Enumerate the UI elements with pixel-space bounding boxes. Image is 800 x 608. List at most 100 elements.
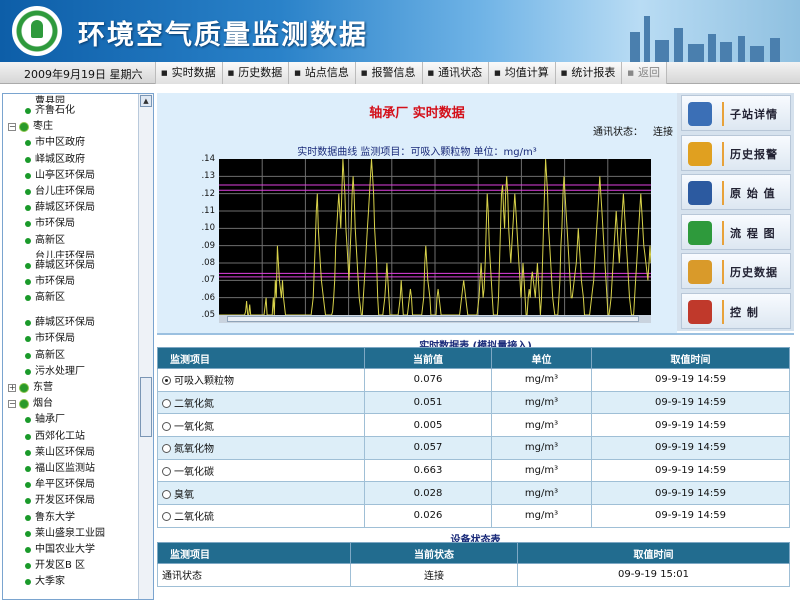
tree-station[interactable]: 轴承厂	[3, 412, 139, 428]
tree-group[interactable]: + 东营	[3, 380, 139, 396]
tree-station[interactable]: 福山区监测站	[3, 461, 139, 477]
tree-expand-toggle-icon[interactable]: −	[8, 400, 16, 409]
tree-station[interactable]: 薛城区环保局	[3, 200, 139, 216]
tree-station[interactable]: 牟平区环保局	[3, 477, 139, 493]
item-radio-button[interactable]	[162, 376, 171, 386]
tree-station[interactable]: 高新区	[3, 348, 139, 364]
tree-station[interactable]: 山亭区环保局	[3, 168, 139, 184]
tree-station[interactable]: 曹县园	[3, 94, 139, 103]
tree-item-label: 台儿庄环保局	[35, 250, 95, 258]
tree-item-label: 莱山盛泉工业园	[35, 527, 105, 539]
side-button-1[interactable]: 历史报警	[681, 134, 791, 171]
tree-item-label: 开发区B 区	[35, 560, 86, 572]
table-row[interactable]: 二氧化氮 0.051 mg/m³ 09-9-19 14:59	[157, 390, 790, 415]
side-button-4[interactable]: 历史数据	[681, 253, 791, 289]
tree-station[interactable]: 高新区	[3, 290, 139, 306]
tree-station[interactable]	[3, 306, 139, 315]
tree-station[interactable]: 污水处理厂	[3, 364, 139, 380]
tree-station[interactable]: 薛城区环保局	[3, 315, 139, 331]
item-name: 二氧化硫	[174, 512, 214, 524]
item-cell[interactable]: 二氧化硫	[157, 504, 365, 528]
nav-item-7[interactable]: 返回	[622, 62, 667, 84]
tree-station[interactable]: 大季家	[3, 574, 139, 590]
tree-item-label: 齐鲁石化	[35, 105, 75, 116]
tree-station[interactable]: 中国农业大学	[3, 542, 139, 558]
side-button-2[interactable]: 原 始 值	[681, 174, 791, 210]
nav-item-5[interactable]: 均值计算	[489, 62, 556, 84]
action-panel: 子站详情 历史报警原 始 值流 程 图历史数据控 制	[677, 93, 794, 331]
button-separator	[722, 220, 724, 245]
nav-item-6[interactable]: 统计报表	[556, 62, 623, 84]
station-leaf-icon	[25, 482, 31, 489]
table-row[interactable]: 一氧化氮 0.005 mg/m³ 09-9-19 14:59	[157, 413, 790, 438]
tree-expand-toggle-icon[interactable]: +	[8, 384, 16, 392]
station-leaf-icon	[25, 278, 31, 285]
realtime-panel: 轴承厂 实时数据 通讯状态： 连接 实时数据曲线 监测项目：可吸入颗粒物 单位：m…	[157, 93, 677, 333]
scroll-up-arrow-icon[interactable]: ▲	[140, 95, 152, 107]
chart-scrollbar-thumb[interactable]	[227, 316, 639, 322]
tree-station[interactable]: 薛城区环保局	[3, 258, 139, 274]
nav-item-1[interactable]: 历史数据	[223, 62, 290, 84]
table-row[interactable]: 一氧化碳 0.663 mg/m³ 09-9-19 14:59	[157, 458, 790, 483]
tree-station[interactable]: 台儿庄环保局	[3, 184, 139, 200]
nav-item-3[interactable]: 报警信息	[356, 62, 423, 84]
tree-station[interactable]: 市中区政府	[3, 135, 139, 151]
tree-station[interactable]: 市环保局	[3, 331, 139, 347]
tree-station[interactable]: 开发区B 区	[3, 558, 139, 574]
tree-station[interactable]: 市环保局	[3, 274, 139, 290]
tree-station[interactable]: 齐鲁石化	[3, 103, 139, 119]
item-radio-button[interactable]	[162, 467, 171, 477]
tree-station[interactable]: 峄城区政府	[3, 152, 139, 168]
tree-station[interactable]: 西郊化工站	[3, 429, 139, 445]
item-radio-button[interactable]	[162, 512, 171, 522]
item-cell[interactable]: 二氧化氮	[157, 390, 365, 415]
tree-station[interactable]: 莱山盛泉工业园	[3, 526, 139, 542]
item-cell[interactable]: 氮氧化物	[157, 436, 365, 460]
station-leaf-icon	[25, 579, 31, 586]
nav-item-0[interactable]: 实时数据	[156, 62, 223, 84]
y-tick-label: .14	[201, 154, 215, 164]
item-cell[interactable]: 一氧化氮	[157, 413, 365, 438]
item-radio-button[interactable]	[162, 421, 171, 431]
tree-station[interactable]: 台儿庄环保局	[3, 249, 139, 258]
side-button-3[interactable]: 流 程 图	[681, 213, 791, 250]
table-row[interactable]: 臭氧 0.028 mg/m³ 09-9-19 14:59	[157, 481, 790, 506]
tree-station[interactable]: 市环保局	[3, 216, 139, 232]
item-name: 可吸入颗粒物	[174, 376, 234, 388]
tree-station[interactable]: 开发区环保局	[3, 493, 139, 509]
tree-item-label: 污水处理厂	[35, 365, 85, 377]
side-button-0[interactable]: 子站详情	[681, 95, 791, 131]
tree-item-label: 曹县园	[35, 96, 65, 103]
tree-expand-toggle-icon[interactable]: −	[8, 123, 16, 132]
item-cell[interactable]: 一氧化碳	[157, 458, 365, 483]
item-radio-button[interactable]	[162, 399, 171, 409]
tree-group[interactable]: − 烟台	[3, 396, 139, 412]
item-cell: 通讯状态	[157, 563, 351, 587]
side-button-5[interactable]: 控 制	[681, 292, 791, 329]
item-name: 氮氧化物	[174, 444, 214, 456]
item-radio-button[interactable]	[162, 444, 171, 454]
item-radio-button[interactable]	[162, 489, 171, 499]
table-row[interactable]: 二氧化硫 0.026 mg/m³ 09-9-19 14:59	[157, 504, 790, 528]
item-cell[interactable]: 臭氧	[157, 481, 365, 506]
tree-item-label: 西郊化工站	[35, 430, 85, 442]
chart-scrollbar[interactable]	[219, 315, 651, 323]
nav-item-2[interactable]: 站点信息	[289, 62, 356, 84]
tree-group[interactable]: − 枣庄	[3, 119, 139, 135]
time-cell: 09-9-19 14:59	[591, 390, 790, 415]
item-cell[interactable]: 可吸入颗粒物	[157, 368, 365, 392]
data-tables: 实时数据表 (模拟量接入) 监测项目 当前值 单位 取值时间 可吸入颗粒物 0.076 m…	[157, 333, 794, 600]
nav-item-4[interactable]: 通讯状态	[423, 62, 490, 84]
table-row[interactable]: 氮氧化物 0.057 mg/m³ 09-9-19 14:59	[157, 436, 790, 460]
tree-item-label: 高新区	[35, 234, 65, 246]
tree-station[interactable]: 莱山区环保局	[3, 445, 139, 461]
scrollbar-thumb[interactable]	[140, 377, 152, 437]
tree-station[interactable]: 高新区	[3, 233, 139, 249]
table-row[interactable]: 可吸入颗粒物 0.076 mg/m³ 09-9-19 14:59	[157, 368, 790, 392]
tree-item-label: 鲁东大学	[35, 511, 75, 523]
tree-item-label: 山亭区环保局	[35, 169, 95, 181]
tree-station[interactable]: 鲁东大学	[3, 510, 139, 526]
tree-item-label: 东营	[33, 382, 53, 393]
tree-scrollbar[interactable]: ▲	[138, 94, 153, 599]
value-cell: 0.005	[364, 413, 492, 438]
